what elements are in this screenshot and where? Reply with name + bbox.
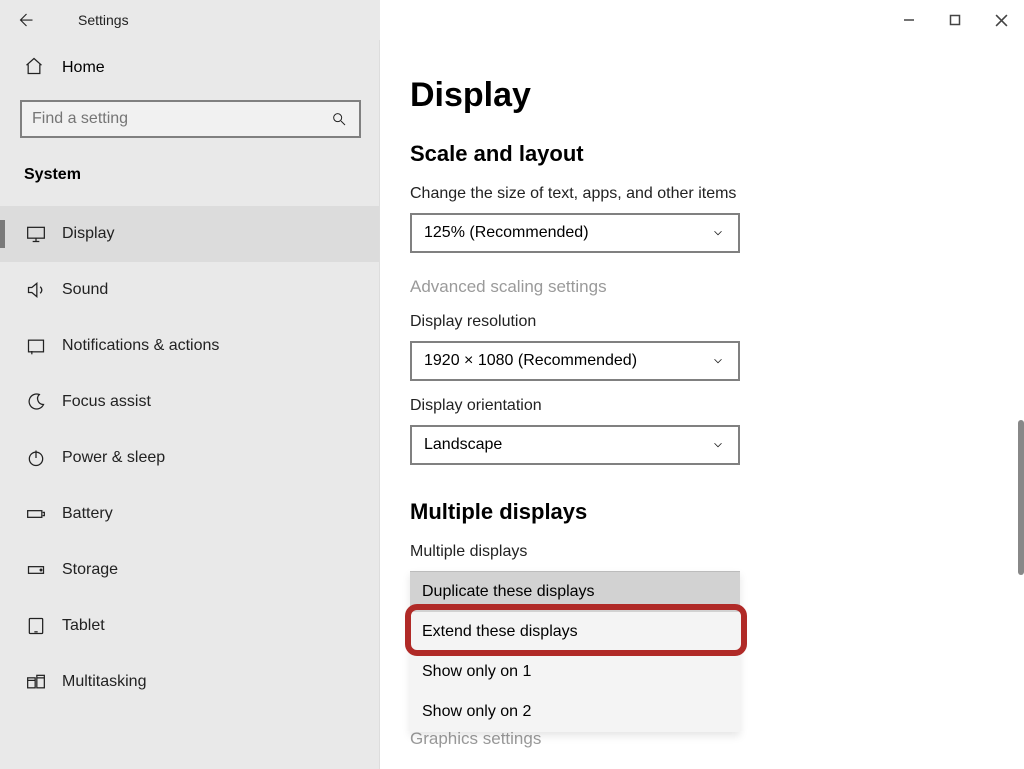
combo-text-size[interactable]: 125% (Recommended) <box>410 213 740 253</box>
combo-orientation[interactable]: Landscape <box>410 425 740 465</box>
sidebar-item-notifications[interactable]: Notifications & actions <box>0 318 379 374</box>
dropdown-option-show2[interactable]: Show only on 2 <box>410 692 740 732</box>
dropdown-option-duplicate[interactable]: Duplicate these displays <box>410 572 740 612</box>
search-field[interactable] <box>32 110 329 128</box>
app-title: Settings <box>78 12 129 28</box>
scrollbar-thumb[interactable] <box>1018 420 1024 575</box>
link-advanced-scaling[interactable]: Advanced scaling settings <box>410 277 1020 297</box>
label-orientation: Display orientation <box>410 397 1020 415</box>
sidebar-item-tablet[interactable]: Tablet <box>0 598 379 654</box>
category-label: System <box>0 156 379 206</box>
combo-value: 1920 × 1080 (Recommended) <box>424 352 637 370</box>
battery-icon <box>22 504 50 524</box>
storage-icon <box>22 560 50 580</box>
sidebar-item-label: Tablet <box>62 617 105 635</box>
home-label: Home <box>62 59 105 77</box>
chevron-down-icon <box>710 438 726 452</box>
sidebar-item-label: Multitasking <box>62 673 146 691</box>
maximize-button[interactable] <box>932 0 978 40</box>
sidebar-item-label: Battery <box>62 505 113 523</box>
link-graphics-settings[interactable]: Graphics settings <box>410 729 1020 749</box>
sidebar-nav: Display Sound Notifications & actions Fo… <box>0 206 379 710</box>
sidebar-item-label: Display <box>62 225 114 243</box>
dropdown-option-show1[interactable]: Show only on 1 <box>410 652 740 692</box>
label-multiple-displays: Multiple displays <box>410 543 1020 561</box>
combo-value: 125% (Recommended) <box>424 224 589 242</box>
sidebar-item-display[interactable]: Display <box>0 206 379 262</box>
label-resolution: Display resolution <box>410 313 1020 331</box>
section-scale-layout: Scale and layout <box>410 141 1020 167</box>
home-icon <box>24 56 44 81</box>
moon-icon <box>22 392 50 412</box>
label-text-size: Change the size of text, apps, and other… <box>410 185 1020 203</box>
content-area: Display Scale and layout Change the size… <box>380 40 1024 769</box>
close-button[interactable] <box>978 0 1024 40</box>
window-controls <box>886 0 1024 40</box>
chevron-down-icon <box>710 354 726 368</box>
sidebar-item-label: Notifications & actions <box>62 337 219 355</box>
sidebar-item-battery[interactable]: Battery <box>0 486 379 542</box>
sidebar-item-power-sleep[interactable]: Power & sleep <box>0 430 379 486</box>
page-title: Display <box>410 76 1020 115</box>
combo-resolution[interactable]: 1920 × 1080 (Recommended) <box>410 341 740 381</box>
sidebar-item-storage[interactable]: Storage <box>0 542 379 598</box>
sidebar-item-label: Focus assist <box>62 393 151 411</box>
dropdown-option-extend[interactable]: Extend these displays <box>410 612 740 652</box>
sidebar-item-label: Power & sleep <box>62 449 165 467</box>
titlebar: Settings <box>0 0 1024 40</box>
minimize-button[interactable] <box>886 0 932 40</box>
notifications-icon <box>22 336 50 356</box>
tablet-icon <box>22 616 50 636</box>
multitasking-icon <box>22 672 50 692</box>
sidebar-item-sound[interactable]: Sound <box>0 262 379 318</box>
sidebar-item-focus-assist[interactable]: Focus assist <box>0 374 379 430</box>
search-input[interactable] <box>20 100 361 138</box>
chevron-down-icon <box>710 226 726 240</box>
dropdown-multiple-displays[interactable]: Duplicate these displays Extend these di… <box>410 571 740 732</box>
sidebar-item-label: Storage <box>62 561 118 579</box>
sound-icon <box>22 280 50 300</box>
sidebar: Home System Display Sound <box>0 40 380 769</box>
section-multiple-displays: Multiple displays <box>410 499 1020 525</box>
back-button[interactable] <box>0 0 50 40</box>
monitor-icon <box>22 224 50 244</box>
combo-value: Landscape <box>424 436 502 454</box>
home-link[interactable]: Home <box>0 40 379 96</box>
sidebar-item-label: Sound <box>62 281 108 299</box>
power-icon <box>22 448 50 468</box>
sidebar-item-multitasking[interactable]: Multitasking <box>0 654 379 710</box>
search-icon <box>329 111 349 127</box>
